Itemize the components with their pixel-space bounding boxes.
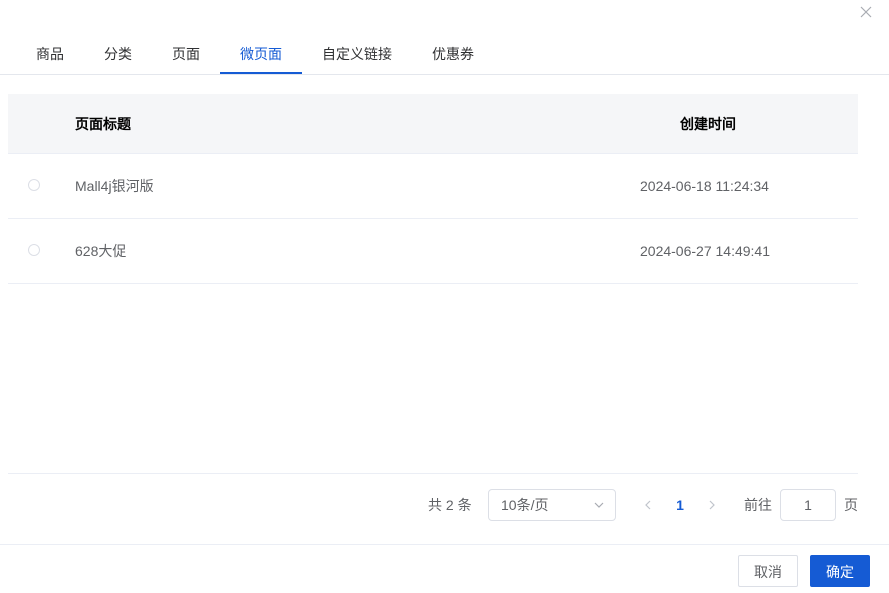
goto-page-input[interactable] <box>780 489 836 521</box>
chevron-down-icon <box>594 502 604 508</box>
page-size-value: 10条/页 <box>501 497 549 513</box>
row-title: 628大促 <box>75 243 127 259</box>
page-size-select[interactable]: 10条/页 <box>488 489 616 521</box>
row-created-time: 2024-06-18 11:24:34 <box>640 178 769 194</box>
divider <box>0 544 889 545</box>
pagination-total: 共 2 条 <box>428 497 472 513</box>
pagination-current-page[interactable]: 1 <box>670 495 690 515</box>
row-title: Mall4j银河版 <box>75 178 154 194</box>
goto-label: 前往 <box>744 497 772 513</box>
row-radio[interactable] <box>28 244 40 256</box>
chevron-left-icon[interactable] <box>640 497 656 513</box>
close-icon[interactable] <box>858 4 874 20</box>
tab-category[interactable]: 分类 <box>96 36 140 74</box>
chevron-right-icon[interactable] <box>704 497 720 513</box>
micro-page-table: 页面标题 创建时间 Mall4j银河版 2024-06-18 11:24:34 … <box>8 94 858 284</box>
table-row[interactable]: Mall4j银河版 2024-06-18 11:24:34 <box>8 154 858 219</box>
tab-coupon[interactable]: 优惠券 <box>424 36 482 74</box>
tab-micro-page[interactable]: 微页面 <box>220 36 302 74</box>
column-header-title: 页面标题 <box>75 116 131 132</box>
goto-suffix: 页 <box>844 497 858 513</box>
divider <box>8 473 858 474</box>
row-created-time: 2024-06-27 14:49:41 <box>640 243 770 259</box>
table-header: 页面标题 创建时间 <box>8 94 858 154</box>
tab-page[interactable]: 页面 <box>164 36 208 74</box>
column-header-created: 创建时间 <box>680 116 736 132</box>
tab-product[interactable]: 商品 <box>28 36 72 74</box>
cancel-button[interactable]: 取消 <box>738 555 798 587</box>
table-row[interactable]: 628大促 2024-06-27 14:49:41 <box>8 219 858 284</box>
tab-custom-link[interactable]: 自定义链接 <box>314 36 400 74</box>
confirm-button[interactable]: 确定 <box>810 555 870 587</box>
row-radio[interactable] <box>28 179 40 191</box>
tab-bar: 商品 分类 页面 微页面 自定义链接 优惠券 <box>0 36 889 75</box>
